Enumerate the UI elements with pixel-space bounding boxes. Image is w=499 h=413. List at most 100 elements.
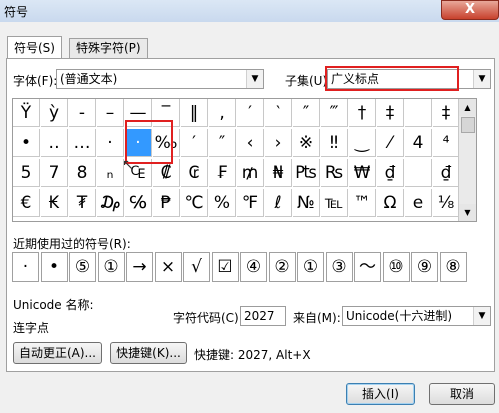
recent-symbol-cell[interactable]: → (126, 252, 153, 282)
chevron-down-icon[interactable]: ▼ (246, 70, 263, 88)
symbol-cell[interactable]: ⅛ (433, 189, 460, 217)
symbol-cell[interactable]: ℓ (265, 189, 292, 217)
symbol-cell[interactable]: ‵ (265, 99, 292, 127)
recent-symbol-cell[interactable]: ① (297, 252, 324, 282)
symbol-cell[interactable]: ₯ (97, 189, 124, 217)
symbol-cell[interactable]: ₱ (153, 189, 180, 217)
recent-symbol-cell[interactable]: ⑧ (439, 252, 467, 282)
symbol-cell[interactable]: ‡ (433, 99, 460, 127)
symbol-cell[interactable]: 4 (405, 129, 432, 157)
symbol-cell[interactable]: % (209, 189, 236, 217)
symbol-cell[interactable]: ™ (349, 189, 376, 217)
symbol-cell[interactable]: ₙ (97, 159, 124, 187)
symbol-cell[interactable]: ‧ (97, 129, 124, 157)
symbol-cell[interactable]: ₦ (265, 159, 292, 187)
symbol-cell[interactable] (405, 159, 432, 187)
scroll-up-icon[interactable]: ▲ (459, 99, 476, 116)
recent-symbol-cell[interactable]: ～ (354, 252, 381, 282)
symbol-cell[interactable]: 8 (69, 159, 96, 187)
symbol-grid[interactable]: ⅛ e Ω ™ ℡ № ℓ ℉% ℃ ₱ ℅ ₯ ₮ ₭ € ₫ ₫ ₩ ₨ ₧ ₦ ₥ ₣ ₢ ₡ ₠ ₙ 8 7 5 ⁴ 4 ⁄ ‿ ‼ ※ › ‹ ″… (12, 98, 477, 222)
recent-symbol-cell[interactable]: ④ (240, 252, 267, 282)
chevron-down-icon[interactable]: ▼ (473, 307, 490, 325)
symbol-cell[interactable]: Ω (377, 189, 404, 217)
symbol-cell[interactable]: ‹ (237, 129, 264, 157)
symbol-cell[interactable]: ₮ (69, 189, 96, 217)
from-value: Unicode(十六进制) (346, 309, 453, 323)
symbol-cell[interactable]: ‚ (209, 99, 236, 127)
title-bar: 符号 X (0, 0, 499, 22)
symbol-cell[interactable]: ℉ (237, 189, 264, 217)
from-dropdown[interactable]: Unicode(十六进制) ▼ (342, 306, 491, 326)
symbol-cell[interactable]: Ÿ (13, 99, 40, 127)
symbol-cell[interactable]: ‐ (69, 99, 96, 127)
symbol-cell[interactable]: ₧ (293, 159, 320, 187)
recent-symbol-cell[interactable]: ① (97, 252, 125, 282)
symbol-cell[interactable]: ₨ (321, 159, 348, 187)
symbol-cell[interactable]: – (97, 99, 124, 127)
symbol-cell[interactable]: ‖ (181, 99, 208, 127)
tab-special-characters[interactable]: 特殊字符(P) (69, 38, 148, 58)
symbol-cell[interactable]: ₥ (237, 159, 264, 187)
scroll-down-icon[interactable]: ▼ (459, 204, 476, 221)
char-code-label: 字符代码(C): (173, 311, 243, 325)
symbol-cell[interactable]: ⁴ (433, 129, 460, 157)
symbol-cell[interactable]: ⁄ (377, 129, 404, 157)
close-button[interactable]: X (441, 0, 499, 20)
symbol-cell[interactable]: ″ (293, 99, 320, 127)
symbol-cell[interactable]: e (405, 189, 432, 217)
shortcut-key-button[interactable]: 快捷键(K)... (110, 342, 187, 364)
recent-symbol-cell[interactable]: ② (268, 252, 296, 282)
symbol-cell[interactable]: € (13, 189, 40, 217)
symbol-cell[interactable]: ỳ (41, 99, 68, 127)
recent-symbol-cell[interactable]: ③ (325, 252, 353, 282)
symbol-cell[interactable]: № (293, 189, 320, 217)
recent-symbol-cell[interactable]: √ (183, 252, 210, 282)
recent-label: 近期使用过的符号(R): (13, 237, 131, 251)
symbol-cell[interactable]: ₩ (349, 159, 376, 187)
tab-symbols[interactable]: 符号(S) (7, 36, 62, 58)
symbol-cell[interactable]: ※ (293, 129, 320, 157)
symbol-cell[interactable]: ₢ (181, 159, 208, 187)
symbol-cell[interactable]: › (265, 129, 292, 157)
recent-symbol-cell[interactable]: ☑ (211, 252, 239, 282)
symbol-cell[interactable]: ₫ (377, 159, 404, 187)
scroll-thumb[interactable] (461, 117, 475, 133)
recent-symbol-cell[interactable]: ⑤ (69, 252, 96, 282)
cancel-button[interactable]: 取消 (429, 383, 495, 405)
symbol-cell[interactable]: ℃ (181, 189, 208, 217)
recent-symbol-cell[interactable]: ⑩ (382, 252, 410, 282)
symbol-cell[interactable]: ℅ (125, 189, 152, 217)
symbol-cell[interactable]: ₭ (41, 189, 68, 217)
symbol-cell[interactable] (405, 99, 432, 127)
symbol-cell[interactable]: ₣ (209, 159, 236, 187)
symbol-cell[interactable]: 5 (13, 159, 40, 187)
symbol-cell[interactable]: ‴ (321, 99, 348, 127)
symbol-cell[interactable]: • (13, 129, 40, 157)
symbol-cell[interactable]: ℡ (321, 189, 348, 217)
symbol-cell[interactable]: ″ (209, 129, 236, 157)
chevron-down-icon[interactable]: ▼ (473, 70, 490, 88)
recent-symbol-cell[interactable]: × (154, 252, 182, 282)
symbol-cell[interactable]: ‼ (321, 129, 348, 157)
recent-symbol-cell[interactable]: · (12, 252, 39, 282)
font-value: (普通文本) (60, 72, 118, 86)
grid-scrollbar[interactable]: ▲ ▼ (458, 99, 476, 221)
insert-button[interactable]: 插入(I) (346, 383, 415, 405)
symbol-cell[interactable]: ‥ (41, 129, 68, 157)
symbol-cell[interactable]: 7 (41, 159, 68, 187)
char-code-input[interactable]: 2027 (240, 306, 286, 326)
autocorrect-button[interactable]: 自动更正(A)... (13, 342, 102, 364)
recent-symbol-cell[interactable]: • (40, 252, 68, 282)
font-dropdown[interactable]: (普通文本) ▼ (56, 69, 264, 89)
recent-symbol-cell[interactable]: ⑨ (411, 252, 438, 282)
symbol-cell[interactable]: ‡ (377, 99, 404, 127)
symbol-cell[interactable]: † (349, 99, 376, 127)
recent-symbols: · • ⑤ ① → × √ ☑ ④ ② ① ③ ～ ⑩ ⑨ ⑧ (12, 252, 475, 282)
symbol-cell[interactable]: ₫ (433, 159, 460, 187)
unicode-name-label: Unicode 名称: (13, 298, 94, 312)
symbol-cell[interactable]: … (69, 129, 96, 157)
symbol-cell[interactable]: ‿ (349, 129, 376, 157)
shortcut-text: 快捷键: 2027, Alt+X (194, 348, 311, 362)
symbol-cell[interactable]: ′ (181, 129, 208, 157)
symbol-cell[interactable]: ′ (237, 99, 264, 127)
